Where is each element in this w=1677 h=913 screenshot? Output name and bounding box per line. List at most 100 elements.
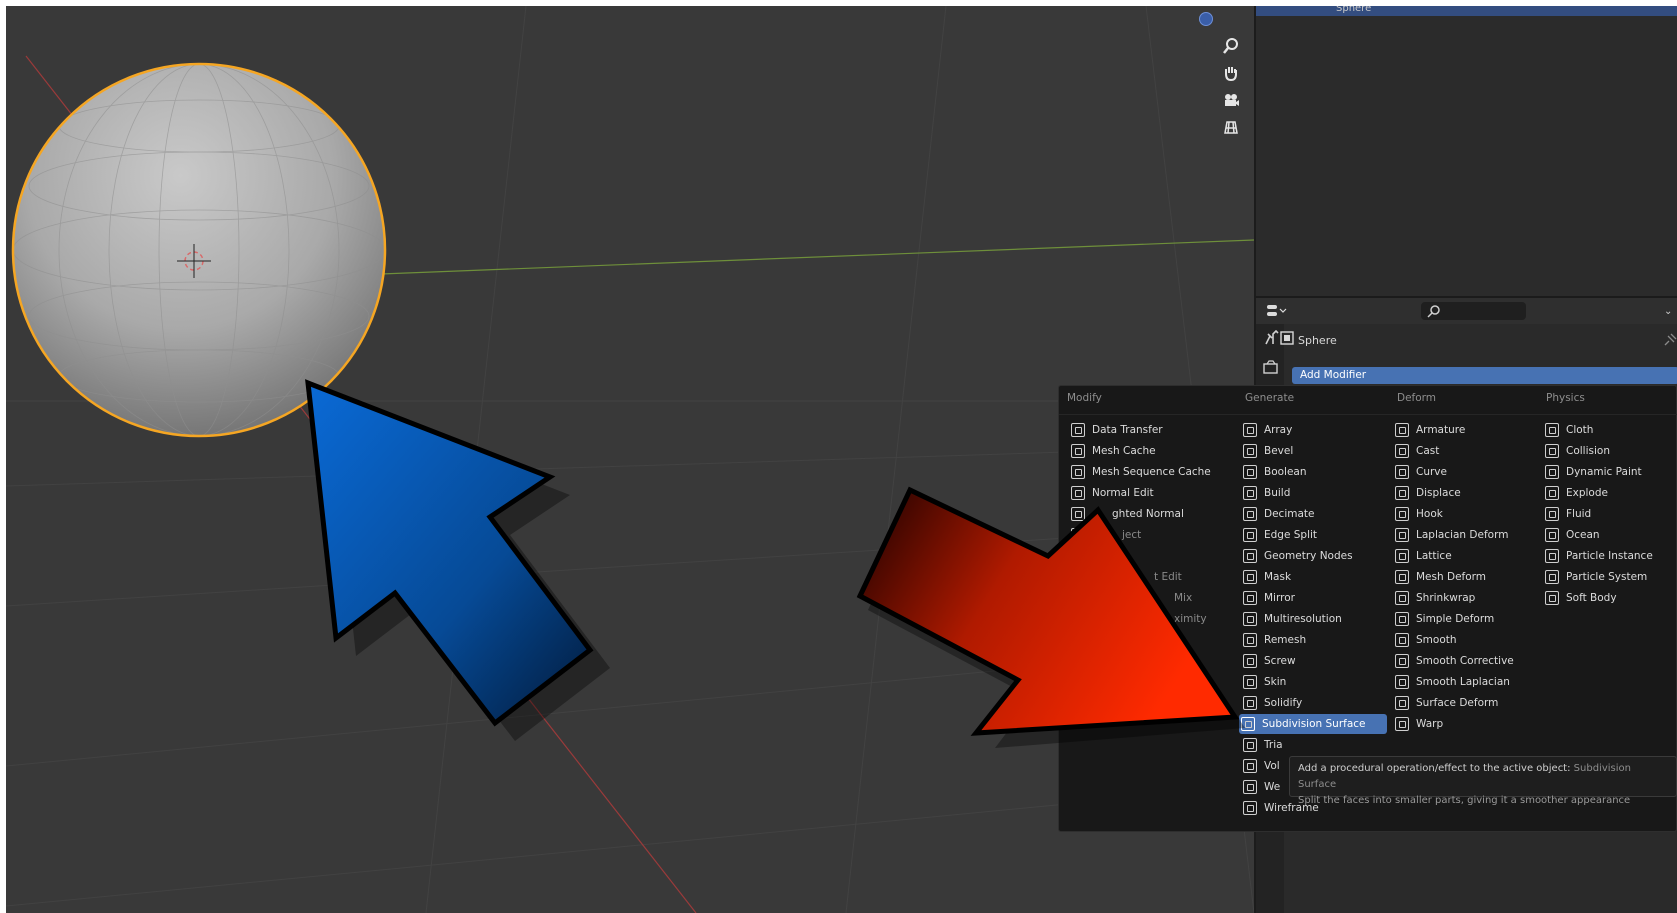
menu-item-solidify[interactable]: Solidify (1241, 693, 1389, 713)
build-icon (1243, 486, 1257, 500)
menu-item-label: Data Transfer (1092, 424, 1163, 436)
laplacian-deform-icon (1395, 528, 1409, 542)
menu-item-label: Mix (1174, 592, 1193, 604)
smooth-corrective-icon (1395, 654, 1409, 668)
outliner-row-sphere[interactable]: Sphere (1256, 6, 1677, 16)
menu-item-label: Warp (1416, 718, 1444, 730)
menu-item-geometry-nodes[interactable]: Geometry Nodes (1241, 546, 1389, 566)
menu-item-label: Cast (1416, 445, 1440, 457)
menu-item-collision[interactable]: Collision (1543, 441, 1677, 461)
subdivision-surface-icon (1241, 717, 1255, 731)
displace-icon (1395, 486, 1409, 500)
menu-item-laplacian-deform[interactable]: Laplacian Deform (1393, 525, 1541, 545)
menu-item-displace[interactable]: Displace (1393, 483, 1541, 503)
menu-item-armature[interactable]: Armature (1393, 420, 1541, 440)
menu-item-label: Smooth (1416, 634, 1457, 646)
menu-item-mask[interactable]: Mask (1241, 567, 1389, 587)
menu-item-data-transfer[interactable]: Data Transfer (1069, 420, 1217, 440)
menu-item-label: Bevel (1264, 445, 1294, 457)
properties-search-input[interactable] (1421, 302, 1526, 320)
menu-item-label: Simple Deform (1416, 613, 1495, 625)
uv-project-icon (1071, 528, 1085, 542)
smooth-laplacian-icon (1395, 675, 1409, 689)
render-tab-icon[interactable] (1263, 360, 1279, 377)
cloth-icon (1545, 423, 1559, 437)
menu-item-label: ghted Normal (1112, 508, 1184, 520)
menu-item-smooth-corrective[interactable]: Smooth Corrective (1393, 651, 1541, 671)
menu-item-vertex-weight-edit[interactable]: t Edit (1069, 567, 1217, 587)
menu-item-mesh-deform[interactable]: Mesh Deform (1393, 567, 1541, 587)
outliner-panel[interactable]: Sphere (1254, 6, 1677, 296)
menu-item-particle-instance[interactable]: Particle Instance (1543, 546, 1677, 566)
menu-item-mirror[interactable]: Mirror (1241, 588, 1389, 608)
menu-item-normal-edit[interactable]: Normal Edit (1069, 483, 1217, 503)
menu-item-curve[interactable]: Curve (1393, 462, 1541, 482)
menu-item-explode[interactable]: Explode (1543, 483, 1677, 503)
pin-icon[interactable] (1663, 333, 1677, 350)
editor-type-icon[interactable] (1266, 304, 1288, 318)
wireframe-icon (1243, 801, 1257, 815)
menu-item-fluid[interactable]: Fluid (1543, 504, 1677, 524)
menu-item-label: Dynamic Paint (1566, 466, 1642, 478)
tooltip-prefix: Add a procedural operation/effect to the… (1298, 763, 1574, 774)
menu-item-label: Shrinkwrap (1416, 592, 1476, 604)
particle-instance-icon (1545, 549, 1559, 563)
menu-item-subdivision-surface[interactable]: Subdivision Surface (1239, 714, 1387, 734)
hand-pan-icon[interactable] (1219, 61, 1243, 85)
menu-item-label: Normal Edit (1092, 487, 1154, 499)
edge-split-icon (1243, 528, 1257, 542)
menu-item-soft-body[interactable]: Soft Body (1543, 588, 1677, 608)
menu-item-decimate[interactable]: Decimate (1241, 504, 1389, 524)
smooth-icon (1395, 633, 1409, 647)
zoom-icon[interactable] (1219, 34, 1243, 58)
menu-item-triangulate[interactable]: Tria (1241, 735, 1389, 755)
menu-item-ocean[interactable]: Ocean (1543, 525, 1677, 545)
menu-item-uv-project[interactable]: ject (1069, 525, 1217, 545)
navigation-gizmo-axis-icon[interactable] (1199, 12, 1213, 26)
menu-item-hook[interactable]: Hook (1393, 504, 1541, 524)
menu-item-lattice[interactable]: Lattice (1393, 546, 1541, 566)
weighted-normal-icon (1071, 507, 1085, 521)
object-name-label: Sphere (1298, 334, 1337, 347)
menu-item-edge-split[interactable]: Edge Split (1241, 525, 1389, 545)
menu-item-mesh-sequence-cache[interactable]: Mesh Sequence Cache (1069, 462, 1217, 482)
sphere-object[interactable] (11, 62, 387, 438)
menu-item-label: Lattice (1416, 550, 1452, 562)
menu-item-screw[interactable]: Screw (1241, 651, 1389, 671)
menu-item-cast[interactable]: Cast (1393, 441, 1541, 461)
menu-item-dynamic-paint[interactable]: Dynamic Paint (1543, 462, 1677, 482)
menu-item-warp[interactable]: Warp (1393, 714, 1541, 734)
solidify-icon (1243, 696, 1257, 710)
menu-item-label: Vol (1264, 760, 1280, 772)
menu-item-weighted-normal[interactable]: ghted Normal (1069, 504, 1217, 524)
menu-item-multiresolution[interactable]: Multiresolution (1241, 609, 1389, 629)
menu-item-particle-system[interactable]: Particle System (1543, 567, 1677, 587)
menu-item-label: Mesh Cache (1092, 445, 1156, 457)
menu-item-label: Boolean (1264, 466, 1307, 478)
grid-ortho-icon[interactable] (1219, 115, 1243, 139)
menu-item-label: Edge Split (1264, 529, 1318, 541)
menu-item-boolean[interactable]: Boolean (1241, 462, 1389, 482)
menu-item-smooth[interactable]: Smooth (1393, 630, 1541, 650)
menu-item-skin[interactable]: Skin (1241, 672, 1389, 692)
menu-item-build[interactable]: Build (1241, 483, 1389, 503)
menu-item-vertex-weight-mix[interactable]: Mix (1069, 588, 1217, 608)
menu-item-cloth[interactable]: Cloth (1543, 420, 1677, 440)
menu-item-array[interactable]: Array (1241, 420, 1389, 440)
menu-item-surface-deform[interactable]: Surface Deform (1393, 693, 1541, 713)
menu-item-bevel[interactable]: Bevel (1241, 441, 1389, 461)
menu-item-remesh[interactable]: Remesh (1241, 630, 1389, 650)
armature-icon (1395, 423, 1409, 437)
menu-item-mesh-cache[interactable]: Mesh Cache (1069, 441, 1217, 461)
add-modifier-button[interactable]: Add Modifier (1292, 367, 1677, 384)
weld-icon (1243, 780, 1257, 794)
chevron-down-icon[interactable]: ⌄ (1664, 306, 1672, 317)
camera-icon[interactable] (1219, 88, 1243, 112)
menu-item-shrinkwrap[interactable]: Shrinkwrap (1393, 588, 1541, 608)
menu-item-simple-deform[interactable]: Simple Deform (1393, 609, 1541, 629)
menu-item-smooth-laplacian[interactable]: Smooth Laplacian (1393, 672, 1541, 692)
tool-tab-icon[interactable] (1263, 329, 1279, 349)
menu-item-label: Armature (1416, 424, 1466, 436)
menu-item-vertex-weight-proximity[interactable]: ximity (1069, 609, 1217, 629)
decimate-icon (1243, 507, 1257, 521)
